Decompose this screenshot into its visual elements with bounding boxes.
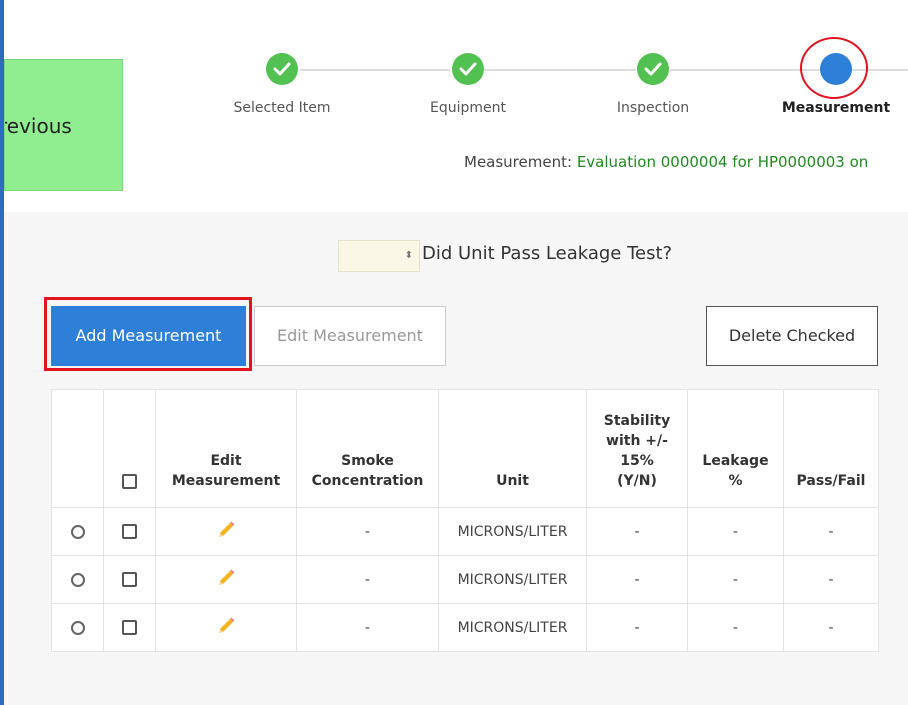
header-edit-measurement: Edit Measurement	[155, 389, 297, 508]
header-check-all	[103, 389, 156, 508]
row-radio[interactable]	[70, 572, 85, 587]
row-radio[interactable]	[70, 620, 85, 635]
row-leakage: -	[687, 555, 784, 604]
page: revious Selected Item Equipment Inspecti…	[0, 0, 908, 705]
select-arrows-icon: ⬍	[404, 250, 413, 261]
step-selected-item-check-icon	[266, 53, 298, 85]
header-smoke-concentration: Smoke Concentration	[296, 389, 439, 508]
add-measurement-highlight	[44, 297, 252, 371]
pencil-icon[interactable]	[215, 567, 237, 593]
row-radio[interactable]	[70, 524, 85, 539]
row-unit: MICRONS/LITER	[438, 507, 587, 556]
row-pass-fail: -	[783, 555, 879, 604]
step-connector	[484, 69, 636, 71]
context-evaluation-link[interactable]: Evaluation 0000004 for HP0000003 on	[577, 153, 868, 171]
table-row: - MICRONS/LITER - - -	[51, 555, 879, 604]
table-row: - MICRONS/LITER - - -	[51, 603, 879, 652]
row-select-cell	[51, 507, 104, 556]
step-connector	[670, 69, 820, 71]
previous-button[interactable]: revious	[4, 59, 123, 191]
row-smoke: -	[296, 603, 439, 652]
row-edit-cell	[155, 555, 297, 604]
step-label-equipment: Equipment	[430, 100, 506, 116]
step-equipment-check-icon	[452, 53, 484, 85]
row-smoke: -	[296, 507, 439, 556]
row-select-cell	[51, 603, 104, 652]
row-unit: MICRONS/LITER	[438, 603, 587, 652]
measurement-table: Edit Measurement Smoke Concentration Uni…	[51, 389, 879, 652]
step-label-selected-item: Selected Item	[233, 100, 331, 116]
step-label-inspection: Inspection	[616, 100, 690, 116]
step-inspection-check-icon	[637, 53, 669, 85]
measurement-context: Measurement: Evaluation 0000004 for HP00…	[464, 153, 868, 171]
previous-button-label: revious	[4, 114, 72, 138]
header-pass-fail: Pass/Fail	[783, 389, 879, 508]
row-pass-fail: -	[783, 507, 879, 556]
row-leakage: -	[687, 603, 784, 652]
row-smoke: -	[296, 555, 439, 604]
row-stability: -	[586, 603, 688, 652]
header-select	[51, 389, 104, 508]
row-edit-cell	[155, 603, 297, 652]
row-check-cell	[103, 555, 156, 604]
header-stability: Stability with +/- 15% (Y/N)	[586, 389, 688, 508]
row-checkbox[interactable]	[122, 524, 137, 539]
pencil-icon[interactable]	[215, 519, 237, 545]
table-row: - MICRONS/LITER - - -	[51, 507, 879, 556]
leakage-test-label: Did Unit Pass Leakage Test?	[422, 243, 673, 264]
leakage-test-select[interactable]: ⬍	[338, 240, 420, 272]
select-all-checkbox[interactable]	[122, 473, 137, 489]
context-prefix: Measurement:	[464, 153, 577, 171]
table-header-row: Edit Measurement Smoke Concentration Uni…	[51, 389, 879, 508]
row-select-cell	[51, 555, 104, 604]
current-step-highlight	[800, 37, 868, 99]
header-unit: Unit	[438, 389, 587, 508]
pencil-icon[interactable]	[215, 615, 237, 641]
row-checkbox[interactable]	[122, 620, 137, 635]
row-check-cell	[103, 507, 156, 556]
row-pass-fail: -	[783, 603, 879, 652]
delete-checked-button[interactable]: Delete Checked	[706, 306, 878, 366]
row-stability: -	[586, 507, 688, 556]
step-label-measurement: Measurement	[781, 100, 891, 116]
header-leakage: Leakage %	[687, 389, 784, 508]
row-checkbox[interactable]	[122, 572, 137, 587]
row-unit: MICRONS/LITER	[438, 555, 587, 604]
row-leakage: -	[687, 507, 784, 556]
row-edit-cell	[155, 507, 297, 556]
row-stability: -	[586, 555, 688, 604]
edit-measurement-button[interactable]: Edit Measurement	[254, 306, 446, 366]
step-connector	[300, 69, 450, 71]
row-check-cell	[103, 603, 156, 652]
